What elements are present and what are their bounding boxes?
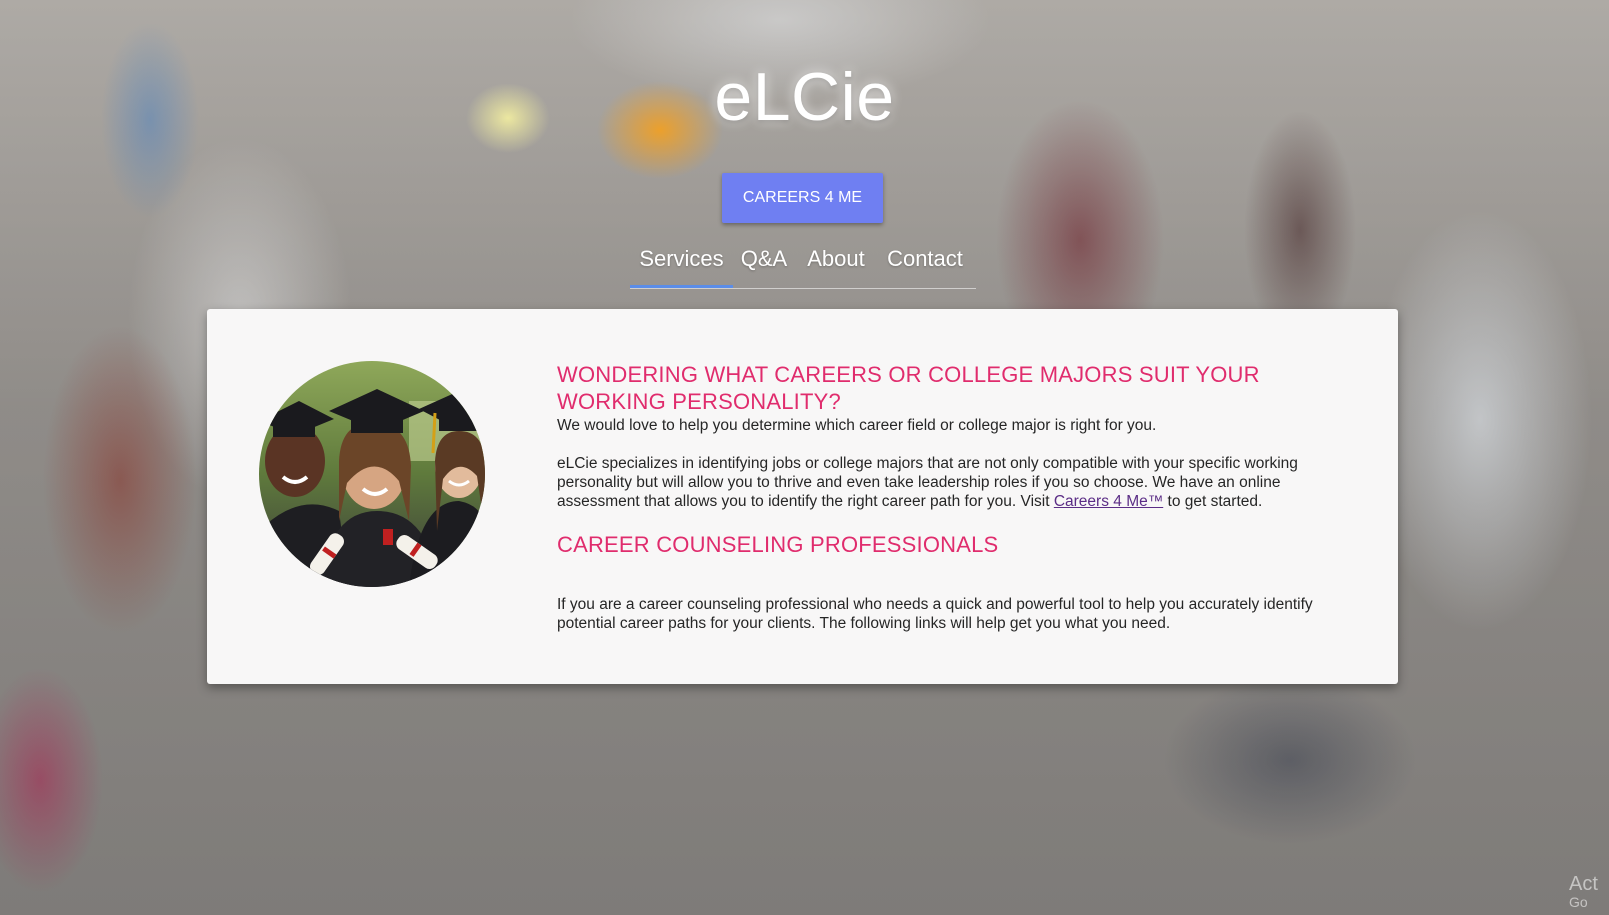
activation-watermark: Act Go — [1569, 873, 1609, 909]
specializes-text-end: to get started. — [1163, 493, 1263, 510]
nav-tab-about[interactable]: About — [804, 246, 868, 287]
section-heading-counseling-professionals: CAREER COUNSELING PROFESSIONALS — [557, 532, 999, 557]
graduates-illustration — [259, 361, 485, 587]
services-content: WONDERING WHAT CAREERS OR COLLEGE MAJORS… — [557, 361, 1357, 633]
watermark-line2: Go — [1569, 894, 1588, 909]
nav-tab-qa[interactable]: Q&A — [740, 246, 788, 287]
careers-4-me-link[interactable]: Careers 4 Me™ — [1054, 493, 1163, 510]
counseling-paragraph: If you are a career counseling professio… — [557, 596, 1313, 632]
specializes-paragraph: eLCie specializes in identifying jobs or… — [557, 454, 1357, 511]
section-heading-working-personality: WONDERING WHAT CAREERS OR COLLEGE MAJORS… — [557, 362, 1260, 414]
services-card: WONDERING WHAT CAREERS OR COLLEGE MAJORS… — [207, 309, 1398, 684]
watermark-line1: Act — [1569, 873, 1598, 895]
careers-4-me-button[interactable]: CAREERS 4 ME — [722, 173, 883, 223]
nav-tab-services[interactable]: Services — [630, 246, 733, 288]
page: eLCie CAREERS 4 ME Services Q&A About Co… — [0, 0, 1609, 915]
main-nav: Services Q&A About Contact — [630, 246, 976, 289]
nav-tab-contact[interactable]: Contact — [884, 246, 966, 287]
graduates-photo — [259, 361, 485, 587]
intro-paragraph: We would love to help you determine whic… — [557, 417, 1157, 434]
site-title: eLCie — [714, 59, 895, 135]
